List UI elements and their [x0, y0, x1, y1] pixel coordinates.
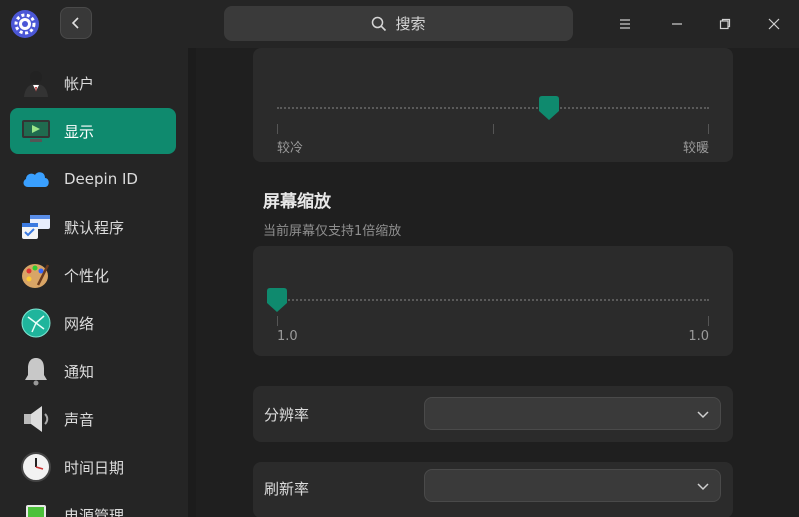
search-icon	[372, 16, 387, 31]
bell-icon	[25, 358, 47, 386]
sidebar-item-network[interactable]: 网络	[10, 300, 176, 346]
sidebar-item-label: 网络	[64, 314, 95, 333]
restore-button[interactable]	[713, 12, 737, 36]
chevron-down-icon	[697, 411, 709, 419]
refresh-rate-row: 刷新率	[253, 462, 733, 517]
sidebar-item-label: 帐户	[64, 74, 95, 93]
sidebar-item-label: 默认程序	[64, 218, 125, 237]
sidebar-item-label: 显示	[64, 122, 95, 141]
slider-tick	[708, 124, 709, 134]
scaling-section-subtitle: 当前屏幕仅支持1倍缩放	[263, 224, 402, 239]
default-apps-icon	[22, 215, 50, 239]
personalization-icon	[22, 264, 50, 288]
sidebar-item-account[interactable]: 帐户	[10, 60, 176, 106]
resolution-label: 分辨率	[264, 406, 310, 424]
scaling-max-label: 1.0	[688, 329, 709, 344]
resolution-row: 分辨率	[253, 386, 733, 442]
close-button[interactable]	[762, 12, 786, 36]
battery-icon	[26, 505, 46, 517]
display-settings-panel: 较冷 较暖 屏幕缩放 当前屏幕仅支持1倍缩放 1.0 1.0 分辨率 刷新率	[196, 48, 799, 517]
scaling-slider[interactable]	[277, 299, 709, 303]
search-placeholder: 搜索	[395, 15, 426, 33]
sidebar-item-label: 个性化	[64, 266, 110, 285]
slider-tick	[493, 124, 494, 134]
slider-tick	[708, 316, 709, 326]
sidebar-item-sound[interactable]: 声音	[10, 396, 176, 442]
sidebar-item-display[interactable]: 显示	[10, 108, 176, 154]
resolution-dropdown[interactable]	[424, 397, 721, 430]
settings-app-icon[interactable]	[10, 9, 40, 39]
sidebar-divider	[188, 48, 196, 517]
sidebar-item-personalization[interactable]: 个性化	[10, 252, 176, 298]
scaling-section-title: 屏幕缩放	[263, 192, 331, 212]
refresh-rate-dropdown[interactable]	[424, 469, 721, 502]
slider-tick	[277, 316, 278, 326]
sidebar-item-label: 通知	[64, 362, 95, 381]
close-icon	[768, 18, 780, 30]
sidebar-item-label: Deepin ID	[64, 170, 138, 188]
menu-button[interactable]	[613, 12, 637, 36]
sidebar-item-deepin-id[interactable]: Deepin ID	[10, 156, 176, 202]
clock-icon	[21, 452, 51, 482]
color-temperature-slider[interactable]	[277, 107, 709, 111]
sidebar-item-power[interactable]: 电源管理	[10, 492, 176, 517]
sidebar-item-notification[interactable]: 通知	[10, 348, 176, 394]
cloud-icon	[23, 172, 49, 187]
sidebar-item-label: 时间日期	[64, 458, 125, 477]
sidebar-item-default-apps[interactable]: 默认程序	[10, 204, 176, 250]
sidebar-item-label: 电源管理	[64, 506, 125, 517]
network-icon	[21, 308, 51, 338]
color-temperature-card: 较冷 较暖	[253, 48, 733, 162]
back-button[interactable]	[60, 7, 92, 39]
scaling-min-label: 1.0	[277, 329, 298, 344]
search-input[interactable]: 搜索	[224, 6, 573, 41]
title-bar: 搜索	[0, 0, 799, 48]
sidebar-item-datetime[interactable]: 时间日期	[10, 444, 176, 490]
restore-icon	[719, 18, 731, 30]
sidebar-item-label: 声音	[64, 410, 95, 429]
scaling-card: 1.0 1.0	[253, 246, 733, 356]
account-icon	[24, 71, 48, 97]
color-temperature-slider-handle[interactable]	[538, 95, 560, 121]
color-temperature-min-label: 较冷	[277, 141, 304, 156]
refresh-rate-label: 刷新率	[264, 480, 310, 498]
chevron-down-icon	[697, 483, 709, 491]
speaker-icon	[24, 406, 49, 432]
sidebar: 帐户 显示 Deepin ID 默认程序 个性化 网络 通知 声音 时间日期 电…	[0, 48, 188, 517]
menu-icon	[620, 19, 630, 29]
minimize-icon	[672, 23, 682, 25]
slider-tick	[277, 124, 278, 134]
back-icon	[71, 17, 79, 29]
minimize-button[interactable]	[665, 12, 689, 36]
color-temperature-max-label: 较暖	[682, 141, 709, 156]
display-icon	[22, 120, 50, 142]
scaling-slider-handle[interactable]	[266, 287, 288, 313]
